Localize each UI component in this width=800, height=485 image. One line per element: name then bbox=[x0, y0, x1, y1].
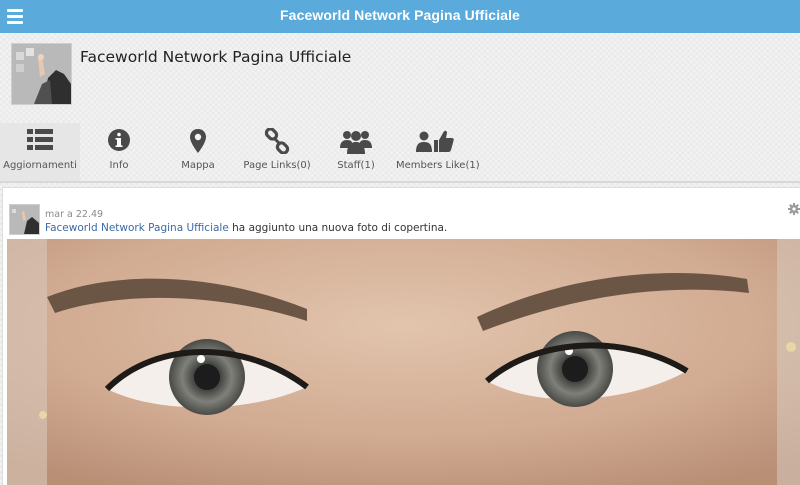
post-author-avatar[interactable] bbox=[9, 204, 40, 235]
post-text: Faceworld Network Pagina Ufficiale ha ag… bbox=[45, 222, 447, 234]
cover-photo[interactable] bbox=[7, 239, 800, 485]
app-title: Faceworld Network Pagina Ufficiale bbox=[280, 7, 520, 23]
tab-info[interactable]: Info bbox=[80, 123, 158, 181]
tab-bar: Aggiornamenti Info Mappa Page Links(0) S… bbox=[0, 123, 800, 183]
map-marker-icon bbox=[158, 128, 238, 154]
list-icon bbox=[0, 128, 80, 154]
tab-aggiornamenti[interactable]: Aggiornamenti bbox=[0, 123, 80, 181]
tab-mappa[interactable]: Mappa bbox=[158, 123, 238, 181]
top-bar: Faceworld Network Pagina Ufficiale bbox=[0, 0, 800, 33]
tab-label: Page Links(0) bbox=[243, 160, 311, 171]
tab-label: Mappa bbox=[181, 160, 215, 171]
link-icon bbox=[238, 128, 316, 154]
post-action-text: ha aggiunto una nuova foto di copertina. bbox=[228, 222, 448, 234]
page-name[interactable]: Faceworld Network Pagina Ufficiale bbox=[80, 48, 351, 66]
tab-label: Members Like(1) bbox=[396, 160, 480, 171]
cover-photo-image bbox=[7, 239, 800, 485]
gear-icon[interactable] bbox=[788, 202, 800, 215]
page-avatar[interactable] bbox=[11, 43, 72, 105]
tab-members-like[interactable]: Members Like(1) bbox=[396, 123, 480, 181]
tab-staff[interactable]: Staff(1) bbox=[316, 123, 396, 181]
members-like-icon bbox=[396, 128, 474, 154]
group-icon bbox=[316, 128, 396, 154]
post-author-link[interactable]: Faceworld Network Pagina Ufficiale bbox=[45, 222, 229, 234]
profile-header: Faceworld Network Pagina Ufficiale bbox=[0, 33, 800, 123]
info-icon bbox=[80, 128, 158, 154]
tab-label: Staff(1) bbox=[337, 160, 375, 171]
tab-label: Info bbox=[109, 160, 129, 171]
post-timestamp: mar a 22.49 bbox=[45, 209, 104, 220]
page-avatar-image bbox=[12, 44, 71, 104]
tab-page-links[interactable]: Page Links(0) bbox=[238, 123, 316, 181]
tab-label: Aggiornamenti bbox=[3, 160, 77, 171]
feed-post: mar a 22.49 Faceworld Network Pagina Uff… bbox=[2, 187, 800, 485]
post-author-avatar-image bbox=[10, 205, 39, 234]
